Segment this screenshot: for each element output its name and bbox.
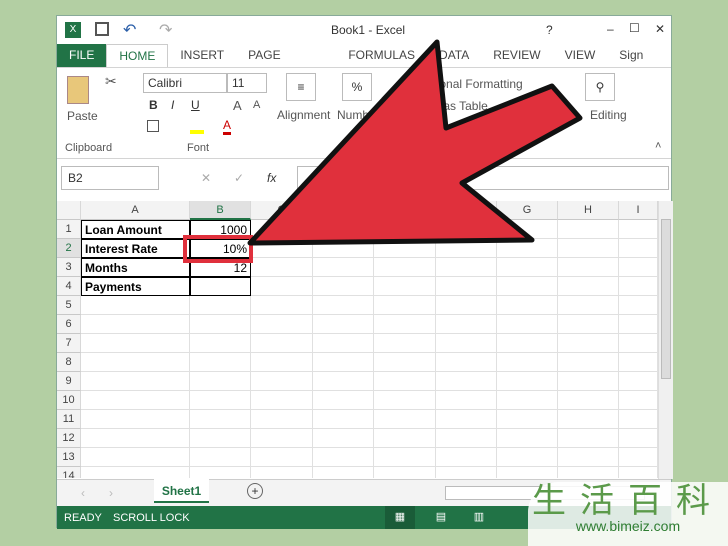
selected-cell-highlight [183, 235, 253, 263]
watermark-chars: 生活百科 [532, 481, 724, 521]
arrow-shape [247, 39, 583, 246]
red-arrow-annotation [183, 39, 583, 263]
watermark: 生活百科 www.bimeiz.com [528, 482, 728, 546]
